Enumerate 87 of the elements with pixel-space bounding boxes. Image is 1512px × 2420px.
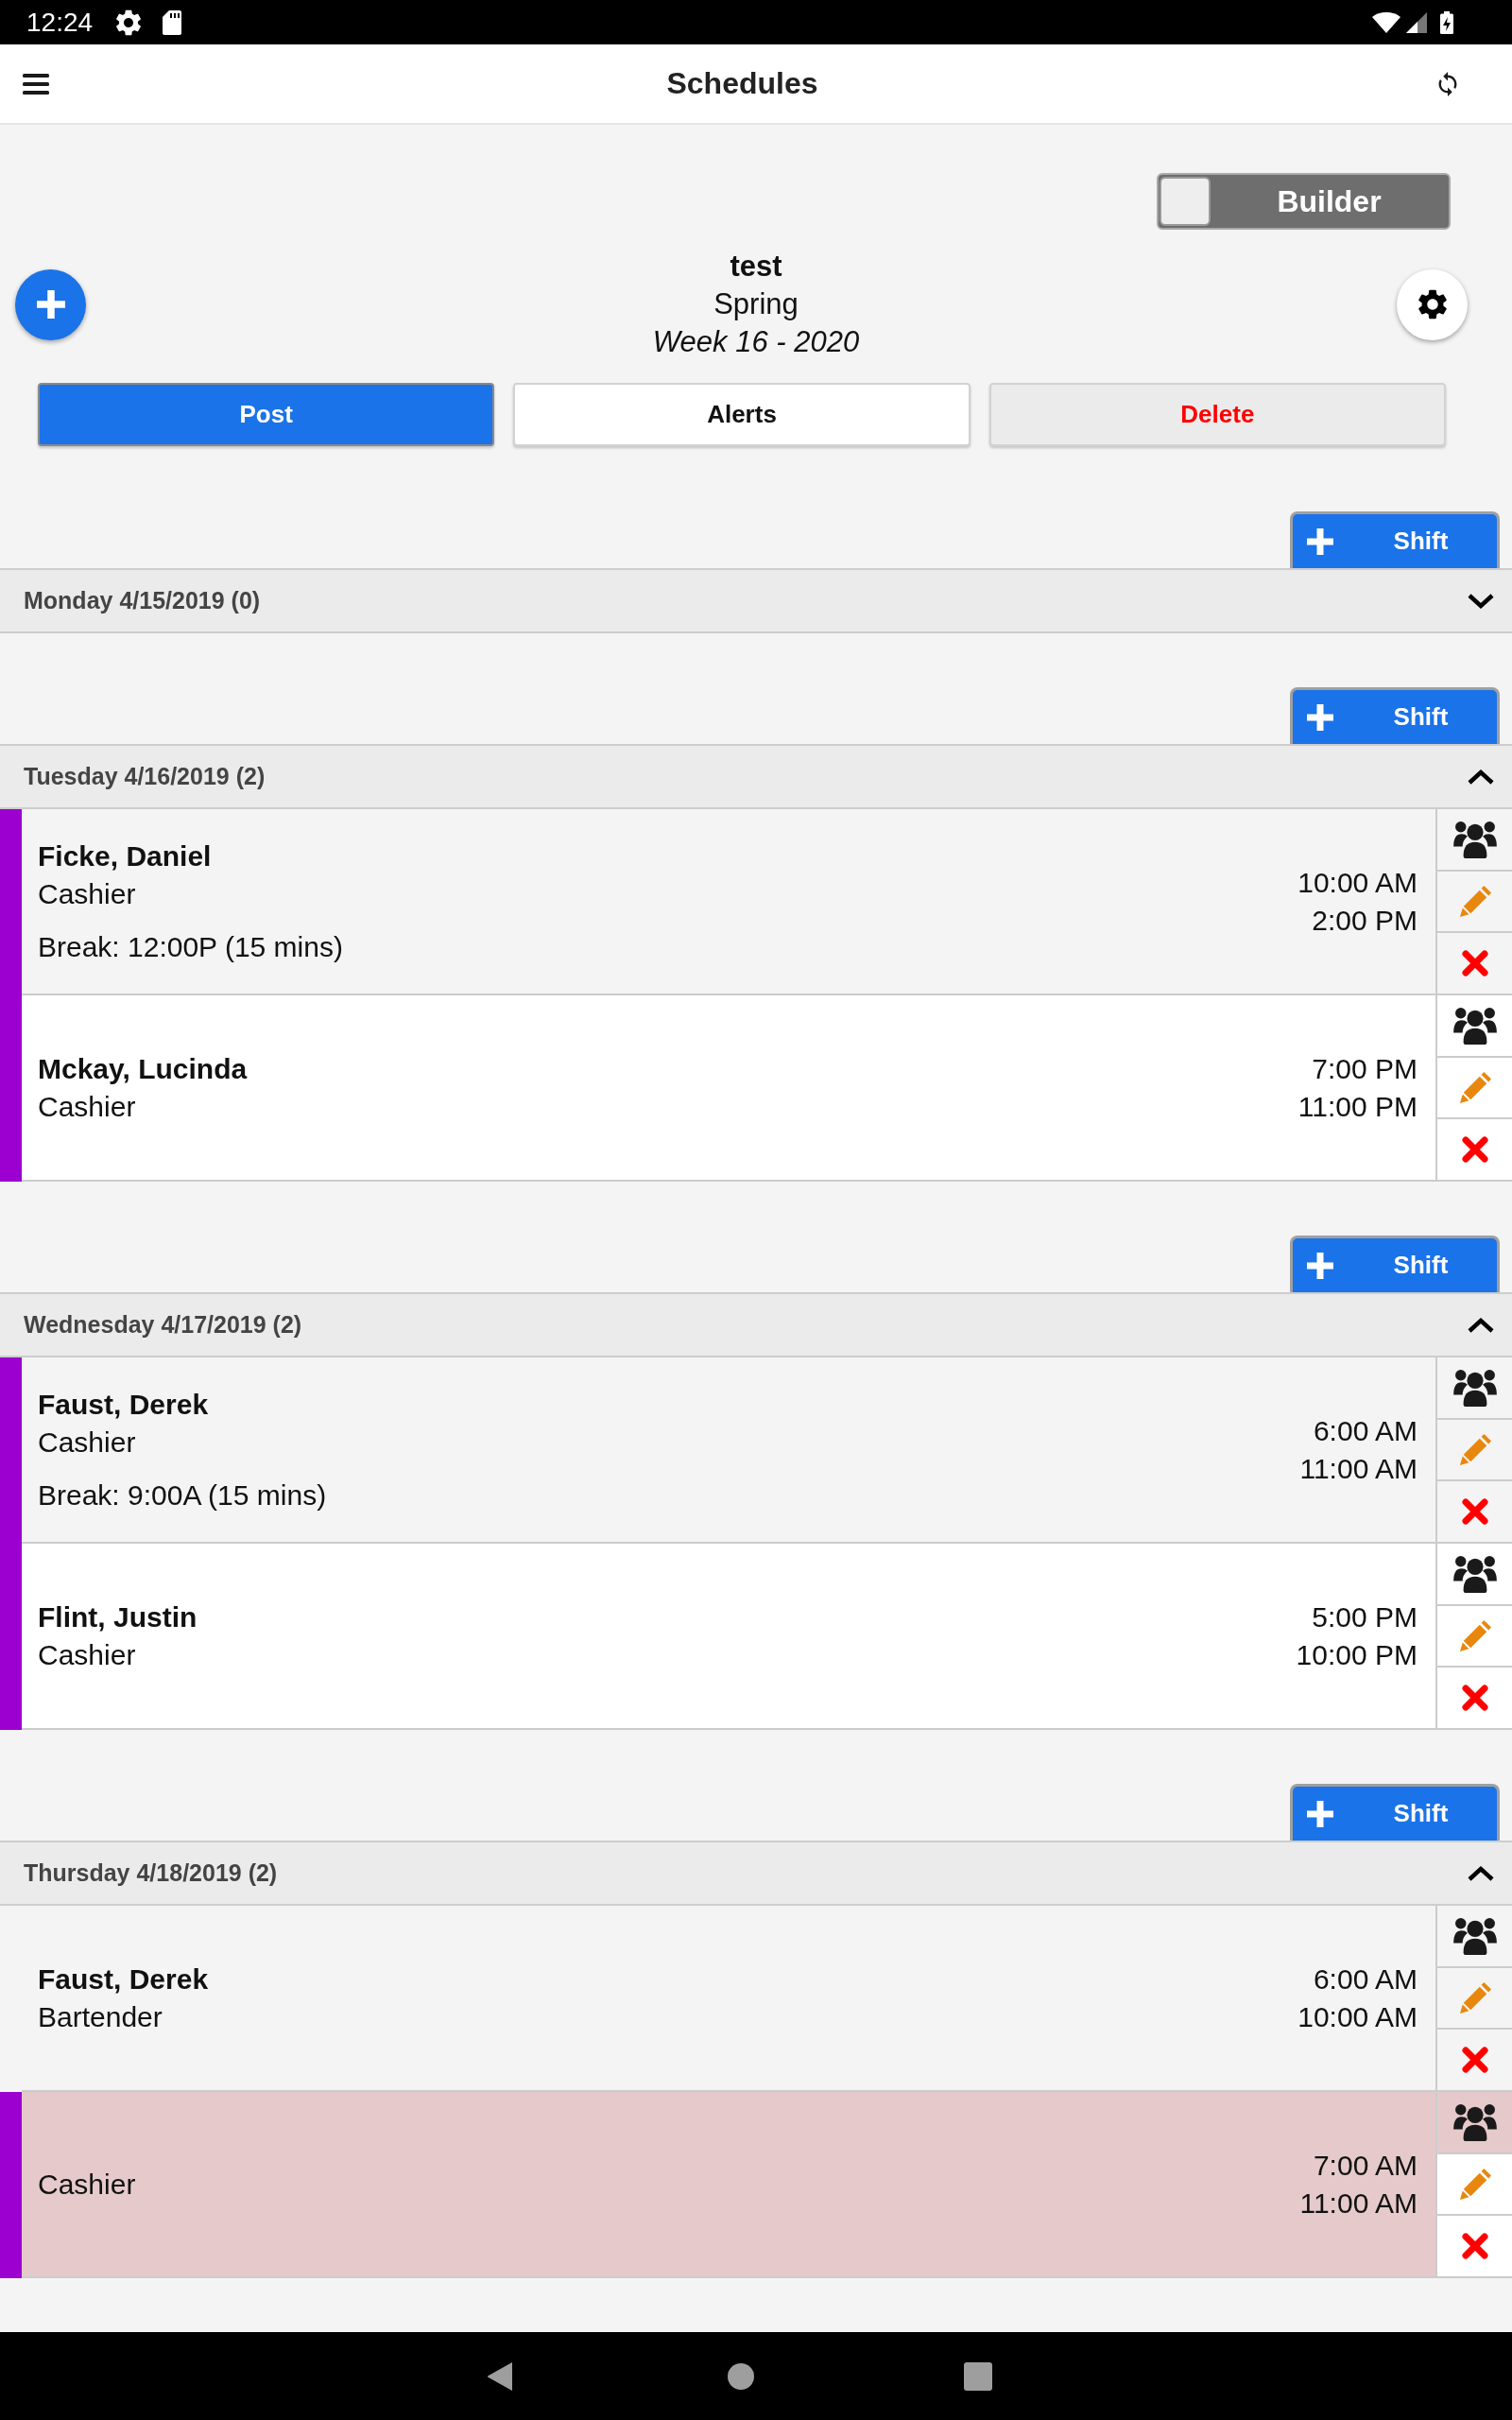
start-time: 10:00 AM [1297,865,1418,900]
position-label: Cashier [38,1089,137,1124]
toggle-knob [1160,177,1211,226]
status-time: 12:24 [26,7,94,38]
plus-icon [1307,1252,1333,1279]
settings-button[interactable] [1397,268,1468,340]
menu-icon[interactable] [23,73,49,95]
chevron-up-icon[interactable] [1467,1316,1495,1334]
people-icon [1452,2102,1497,2141]
position-label: Cashier [38,1637,137,1672]
plus-icon [1307,527,1333,555]
start-time: 6:00 AM [1312,1413,1418,1448]
people-icon [1452,1554,1497,1593]
start-time: 7:00 AM [1312,2148,1418,2183]
season-label: Spring [713,286,799,322]
cross-icon [1461,1685,1488,1712]
start-time: 6:00 AM [1312,1962,1418,1996]
break-time: Break: 12:00P (15 mins) [38,929,344,964]
break-time: Break: 9:00A (15 mins) [38,1478,328,1512]
settings-icon [1418,289,1447,320]
cross-icon [1461,2233,1488,2260]
end-time: 10:00 AM [1297,1999,1418,2034]
position-label: Bartender [38,1999,163,2034]
position-label: Cashier [38,876,137,911]
builder-toggle[interactable]: Builder [1157,173,1451,230]
end-time: 11:00 PM [1297,1089,1418,1124]
day-header[interactable]: Wednesday 4/17/2019 (2) [0,1292,1512,1357]
day-header[interactable]: Tuesday 4/16/2019 (2) [0,744,1512,809]
day-title: Tuesday 4/16/2019 (2) [24,763,266,790]
start-time: 7:00 PM [1311,1051,1418,1086]
action-button[interactable]: Delete [988,383,1446,446]
people-icon [1452,1916,1497,1955]
end-time: 10:00 PM [1296,1637,1418,1672]
people-icon [1452,1006,1497,1045]
cross-icon [1461,2047,1488,2074]
signal-icon [1406,11,1427,33]
cross-icon [1461,1498,1488,1526]
people-icon [1452,820,1497,858]
back-icon[interactable] [488,2361,512,2391]
battery-icon [1440,10,1453,34]
action-button[interactable]: Alerts [513,383,971,446]
sd-card-icon [163,9,182,35]
cross-icon [1461,1136,1488,1164]
plus-icon [1307,703,1333,731]
pencil-icon [1458,1433,1491,1466]
pencil-icon [1458,1981,1491,2014]
add-shift-button[interactable]: Shift [1290,687,1500,744]
home-icon[interactable] [728,2362,754,2390]
pencil-icon [1458,1071,1491,1104]
people-icon [1452,1368,1497,1407]
day-title: Wednesday 4/17/2019 (2) [24,1311,302,1339]
chevron-down-icon[interactable] [1467,592,1495,610]
employee-name: Mckay, Lucinda [38,1051,249,1086]
position-label: Cashier [38,2167,137,2202]
plus-icon [36,290,65,319]
end-time: 2:00 PM [1311,903,1418,938]
delete-button[interactable] [1437,2216,1512,2276]
start-time: 5:00 PM [1311,1599,1418,1634]
chevron-up-icon[interactable] [1467,768,1495,786]
app-title: Schedules [665,66,819,101]
end-time: 11:00 AM [1299,1451,1418,1486]
day-header[interactable]: Monday 4/15/2019 (0) [0,568,1512,633]
add-shift-button[interactable]: Shift [1290,511,1500,568]
cross-icon [1461,950,1488,977]
week-label: Week 16 - 2020 [652,324,860,360]
day-title: Monday 4/15/2019 (0) [24,587,261,614]
settings-icon [115,9,143,36]
add-shift-button[interactable]: Shift [1290,1236,1500,1292]
wifi-icon [1372,11,1400,33]
pencil-icon [1458,1619,1491,1652]
end-time: 11:00 AM [1299,2186,1418,2221]
add-shift-button[interactable]: Shift [1290,1784,1500,1841]
pencil-icon [1458,2168,1491,2201]
employee-name: Faust, Derek [38,1387,210,1422]
recents-icon[interactable] [964,2361,992,2391]
pencil-icon [1458,885,1491,918]
plus-icon [1307,1800,1333,1827]
employee-name: Ficke, Daniel [38,838,213,873]
schedule-name: test [729,249,783,285]
employee-name: Faust, Derek [38,1962,210,1996]
day-title: Thursday 4/18/2019 (2) [24,1859,278,1887]
chevron-up-icon[interactable] [1467,1864,1495,1882]
add-button[interactable] [15,268,86,340]
day-header[interactable]: Thursday 4/18/2019 (2) [0,1841,1512,1906]
employee-name: Flint, Justin [38,1599,198,1634]
position-label: Cashier [38,1425,137,1460]
action-button[interactable]: Post [38,383,495,446]
